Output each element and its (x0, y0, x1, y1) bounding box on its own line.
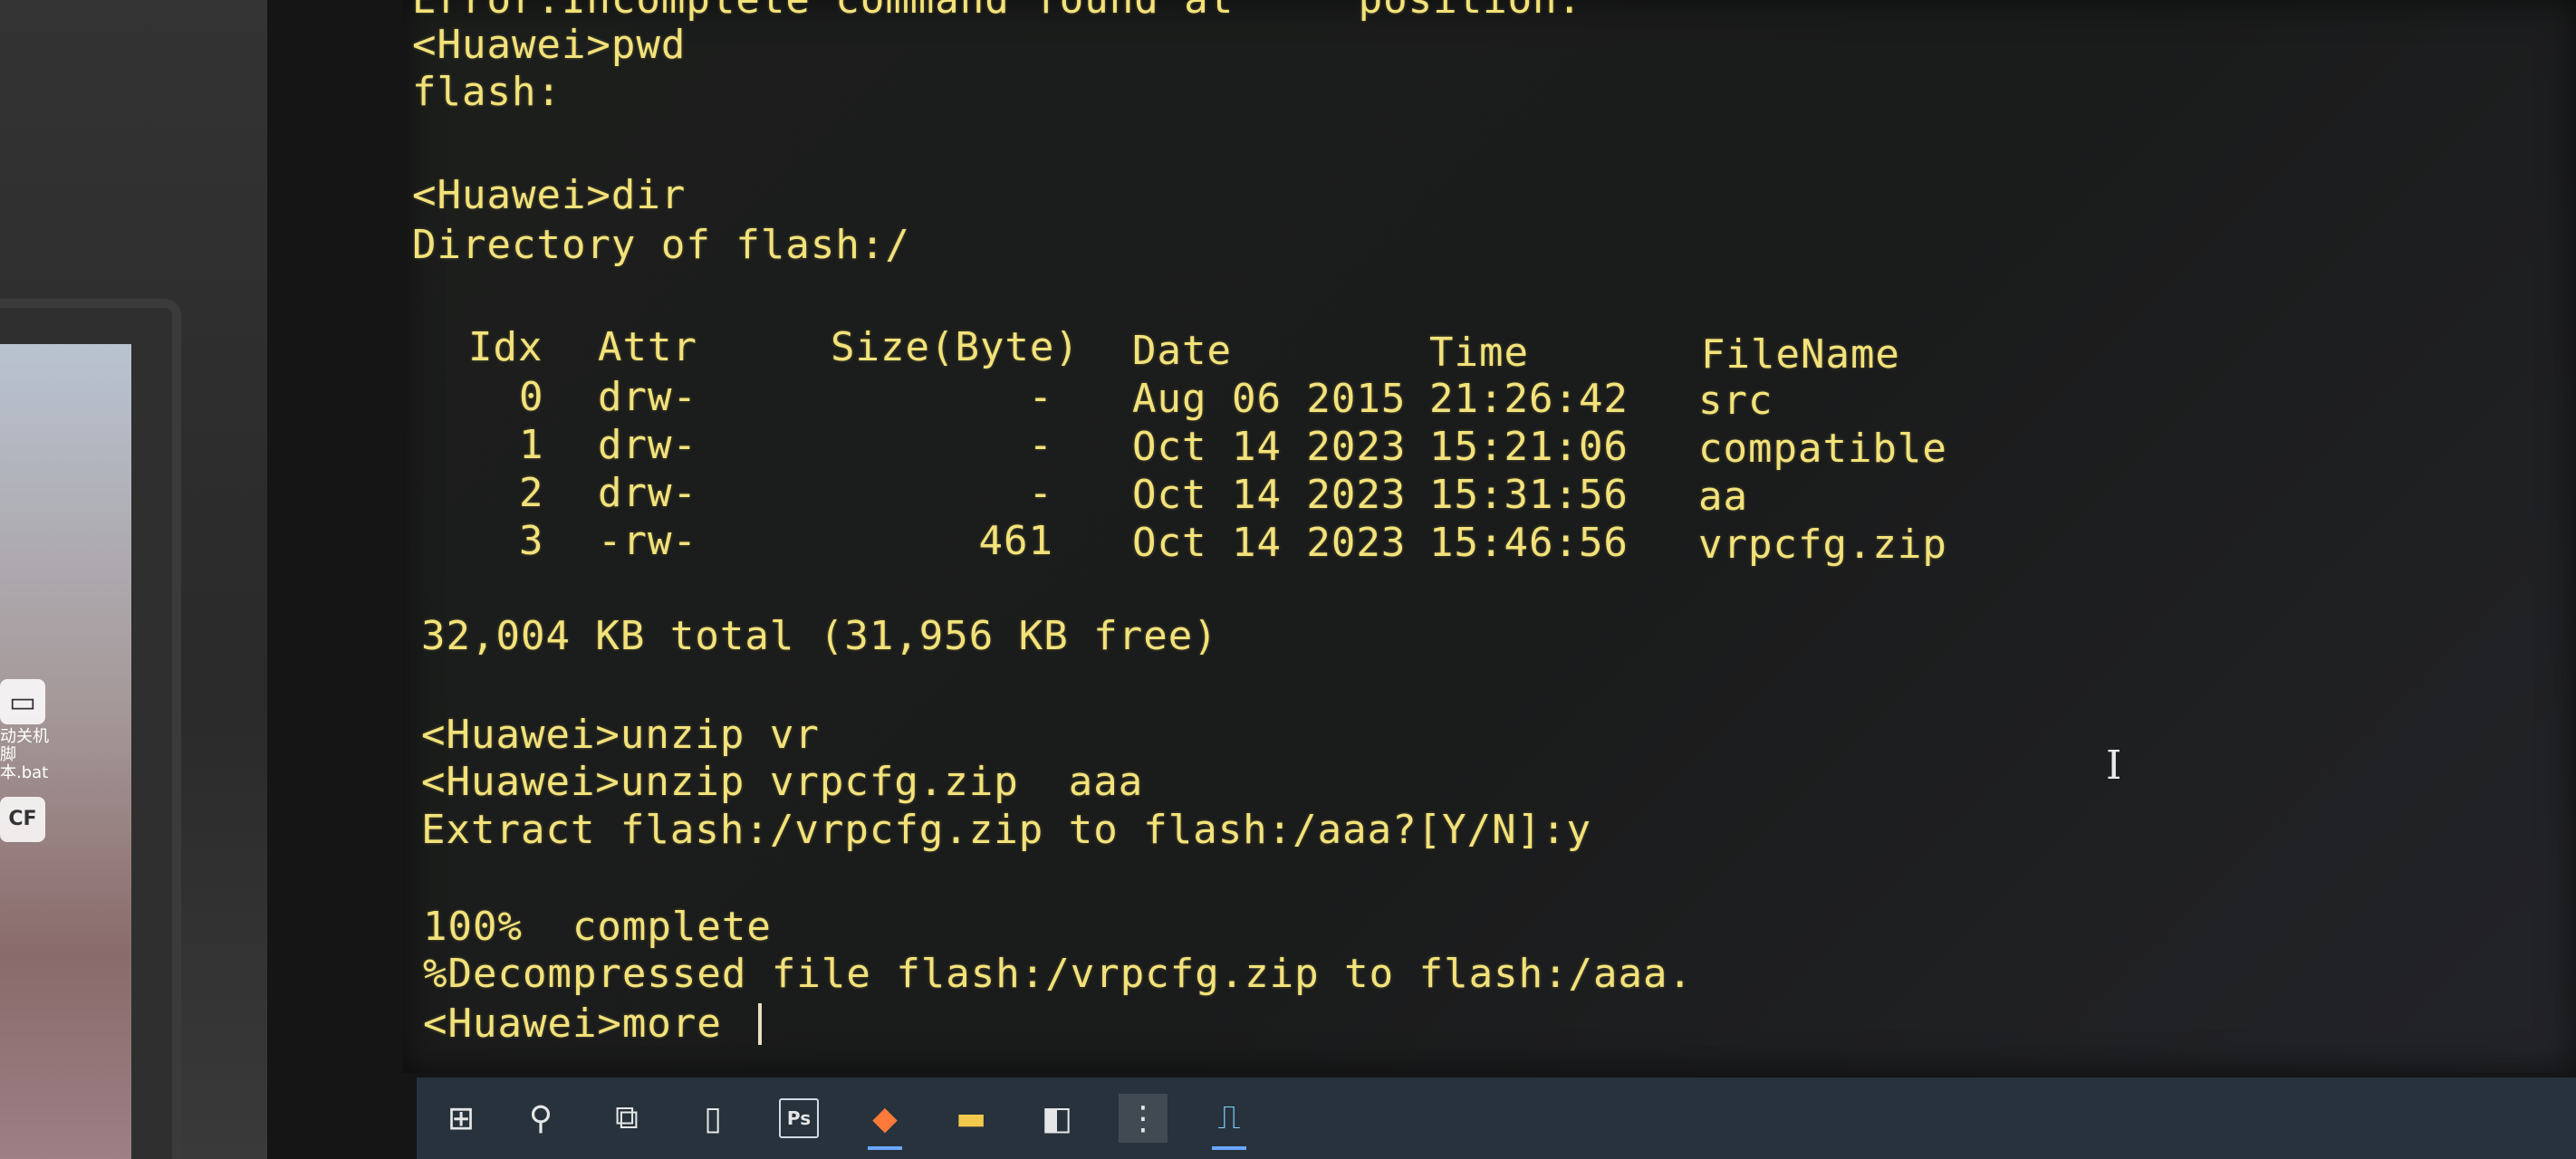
row0-time: 21:26:42 (1429, 376, 1629, 422)
col-header-time: Time (1429, 330, 1529, 376)
desktop-icon-cf[interactable]: CF (0, 797, 53, 846)
file-explorer-button[interactable]: ▬ (947, 1094, 995, 1143)
row3-time: 15:46:56 (1429, 520, 1629, 566)
row3-attr: -rw- (598, 518, 697, 564)
task-view-button[interactable]: ⧉ (602, 1094, 651, 1143)
pwd-command: <Huawei>pwd (412, 22, 687, 68)
row1-filename: compatible (1698, 426, 1947, 472)
pwd-output: flash: (412, 69, 562, 115)
text-cursor (758, 1003, 762, 1045)
row3-date: Oct 14 2023 (1132, 520, 1407, 566)
progress-line: 100% complete (423, 904, 772, 950)
windows-taskbar: ⊞ ⚲ ⧉ ▯ Ps ◆ ▬ ◧ ⋮ ⎍ (417, 1078, 2576, 1159)
crossfire-icon: CF (0, 797, 45, 842)
app-orange-button[interactable]: ◆ (860, 1094, 909, 1150)
col-header-attr: Attr (598, 324, 697, 370)
flash-total-line: 32,004 KB total (31,956 KB free) (421, 613, 1218, 659)
photoshop-button[interactable]: Ps (774, 1094, 823, 1143)
extract-prompt: Extract flash:/vrpcfg.zip to flash:/aaa?… (421, 807, 1592, 853)
running-indicator (1212, 1146, 1246, 1150)
ibeam-cursor-icon: I (2106, 742, 2122, 789)
file-icon: ▯ (704, 1099, 722, 1137)
row2-time: 15:31:56 (1429, 472, 1629, 518)
terminal-waveform-icon: ⎍ (1217, 1099, 1241, 1136)
decompressed-line: %Decompressed file flash:/vrpcfg.zip to … (423, 951, 1694, 997)
error-line: Error:Incomplete command found at '^' po… (412, 0, 1582, 24)
photo-scene: ▭ 动关机脚本.bat CF Error:Incomplete command … (0, 0, 2576, 1159)
row1-size: - (1028, 422, 1053, 468)
start-button[interactable]: ⊞ (437, 1094, 485, 1143)
task-view-icon: ⧉ (615, 1099, 639, 1136)
row1-date: Oct 14 2023 (1132, 424, 1407, 470)
search-icon: ⚲ (528, 1099, 553, 1137)
col-header-idx: Idx (468, 324, 543, 370)
row0-date: Aug 06 2015 (1132, 376, 1407, 422)
terminal-button[interactable]: ⎍ (1205, 1094, 1254, 1150)
row1-time: 15:21:06 (1429, 424, 1629, 470)
row0-size: - (1028, 374, 1053, 420)
photoshop-icon: Ps (779, 1098, 819, 1138)
row2-size: - (1028, 470, 1053, 516)
row1-attr: drw- (598, 422, 697, 468)
window-icon: ◧ (1041, 1099, 1072, 1137)
network-icon: ⋮ (1127, 1099, 1159, 1137)
desktop-icon-label: 动关机脚本.bat (0, 727, 49, 782)
row3-filename: vrpcfg.zip (1698, 522, 1947, 568)
row0-idx: 0 (519, 374, 544, 420)
dir-command: <Huawei>dir (412, 172, 687, 218)
app-window-button[interactable]: ◧ (1033, 1094, 1081, 1143)
app-icon: ◆ (872, 1099, 898, 1137)
row3-idx: 3 (519, 518, 544, 564)
row2-filename: aa (1698, 474, 1748, 520)
folder-icon: ▬ (955, 1099, 986, 1137)
desktop-icon-batch[interactable]: ▭ 动关机脚本.bat (0, 679, 53, 782)
dir-header: Directory of flash:/ (412, 222, 910, 268)
row2-date: Oct 14 2023 (1132, 472, 1407, 518)
row1-idx: 1 (519, 422, 544, 468)
col-header-date: Date (1132, 328, 1232, 374)
running-indicator (868, 1146, 902, 1150)
row0-filename: src (1698, 378, 1773, 424)
row0-attr: drw- (598, 374, 697, 420)
unzip-command-2: <Huawei>unzip vrpcfg.zip aaa (421, 759, 1144, 805)
col-header-filename: FileName (1701, 331, 1900, 378)
command-prompt[interactable]: <Huawei>more (423, 1001, 746, 1048)
network-tool-button[interactable]: ⋮ (1119, 1094, 1168, 1143)
row2-idx: 2 (519, 470, 544, 516)
row2-attr: drw- (598, 470, 697, 516)
unzip-command-1: <Huawei>unzip vr (421, 712, 820, 758)
search-button[interactable]: ⚲ (516, 1094, 565, 1143)
notepad-button[interactable]: ▯ (688, 1094, 737, 1143)
row3-size: 461 (978, 518, 1053, 564)
second-monitor-screen: ▭ 动关机脚本.bat CF (0, 344, 131, 1159)
terminal-window[interactable]: Error:Incomplete command found at '^' po… (403, 0, 2576, 1073)
col-header-size: Size(Byte) (831, 324, 1080, 370)
windows-logo-icon: ⊞ (447, 1099, 476, 1137)
batch-file-icon: ▭ (0, 679, 45, 724)
